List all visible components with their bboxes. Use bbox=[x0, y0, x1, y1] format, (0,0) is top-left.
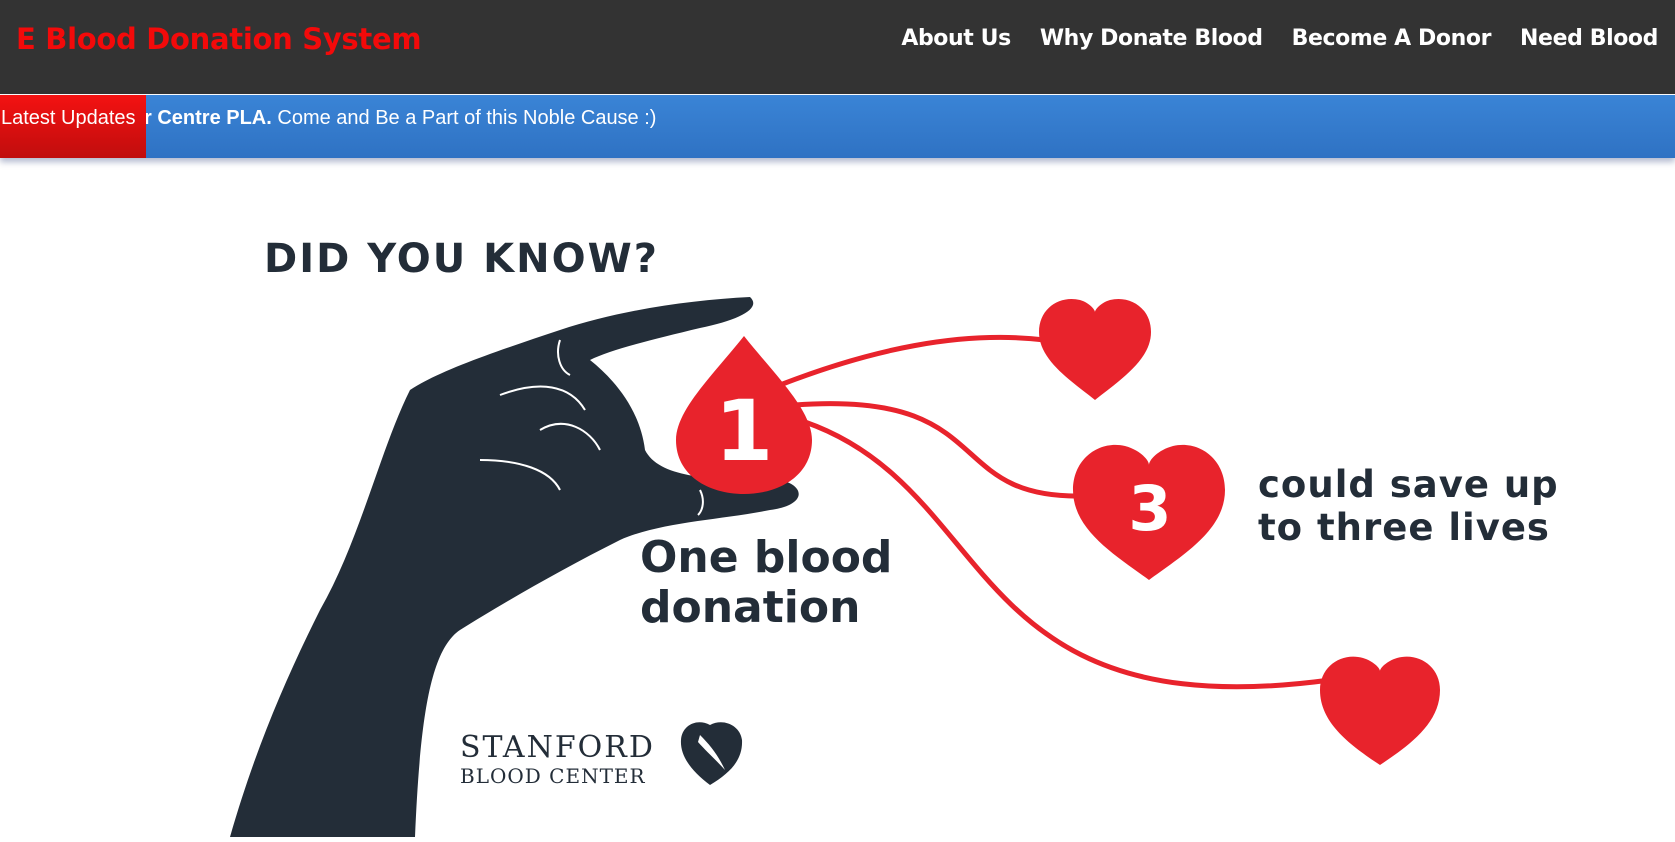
ticker-message: r Centre PLA. Come and Be a Part of this… bbox=[146, 107, 656, 130]
ticker-label: Latest Updates bbox=[0, 95, 146, 158]
connector-lines bbox=[779, 334, 1331, 690]
ticker-marquee: r Centre PLA. Come and Be a Part of this… bbox=[146, 95, 1675, 158]
donation-text: donation bbox=[640, 582, 860, 633]
nav-need-blood[interactable]: Need Blood bbox=[1520, 26, 1658, 51]
three-lives-text: to three lives bbox=[1258, 506, 1550, 549]
infographic-heading: DID YOU KNOW? bbox=[264, 236, 659, 282]
connector-line-1 bbox=[779, 334, 1046, 388]
nav-become-a-donor[interactable]: Become A Donor bbox=[1292, 26, 1492, 51]
blood-drop-icon: 1 bbox=[676, 336, 812, 494]
nav-links: About Us Why Donate Blood Become A Donor… bbox=[901, 26, 1658, 51]
ticker-bold-text: r Centre PLA. bbox=[146, 107, 272, 129]
did-you-know-infographic: DID YOU KNOW? 1 3 One blood donation cou… bbox=[0, 160, 1675, 837]
heart-number: 3 bbox=[1128, 472, 1171, 545]
connector-line-2 bbox=[794, 401, 1086, 499]
logo-line-1: STANFORD bbox=[460, 730, 655, 765]
top-navbar: E Blood Donation System About Us Why Don… bbox=[0, 0, 1675, 94]
could-save-text: could save up bbox=[1258, 463, 1559, 506]
brand-link[interactable]: E Blood Donation System bbox=[16, 22, 422, 56]
one-blood-text: One blood bbox=[640, 532, 892, 583]
latest-updates-ticker: Latest Updates r Centre PLA. Come and Be… bbox=[0, 95, 1675, 158]
ticker-text: Come and Be a Part of this Noble Cause :… bbox=[277, 107, 657, 129]
heart-icon-bottom bbox=[1320, 656, 1440, 765]
logo-line-2: BLOOD CENTER bbox=[460, 764, 646, 788]
stanford-logo: STANFORD BLOOD CENTER bbox=[460, 722, 743, 788]
nav-why-donate-blood[interactable]: Why Donate Blood bbox=[1040, 26, 1263, 51]
heart-three-icon: 3 bbox=[1073, 444, 1225, 580]
nav-about-us[interactable]: About Us bbox=[901, 26, 1011, 51]
infographic-svg: DID YOU KNOW? 1 3 One blood donation cou… bbox=[230, 236, 1559, 837]
heart-icon bbox=[1039, 298, 1151, 400]
drop-number: 1 bbox=[715, 382, 773, 480]
